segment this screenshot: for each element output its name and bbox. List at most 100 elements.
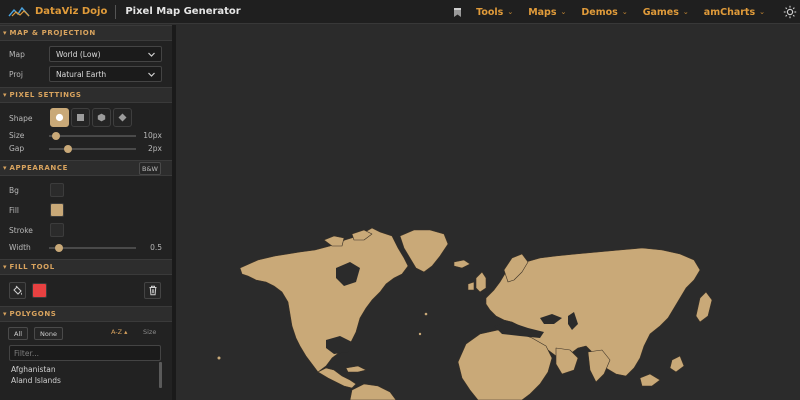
size-slider-track[interactable]	[49, 134, 136, 137]
polygon-list: Afghanistan Aland Islands	[0, 362, 172, 388]
mountain-logo-icon	[8, 6, 30, 16]
caribbean-islands	[345, 365, 367, 373]
list-item[interactable]: Afghanistan	[11, 365, 56, 374]
nav-demos[interactable]: Demos ⌄	[581, 7, 627, 18]
proj-row: Proj Natural Earth	[0, 64, 172, 84]
world-pixel-map[interactable]	[176, 25, 800, 400]
size-slider-handle[interactable]	[51, 131, 60, 140]
section-appearance-header[interactable]: ▾ APPEARANCE B&W	[0, 160, 172, 176]
width-label: Width	[9, 243, 31, 252]
section-polygons-header[interactable]: ▾ POLYGONS	[0, 306, 172, 322]
arabian-peninsula	[555, 347, 579, 375]
united-kingdom	[475, 271, 487, 293]
control-sidebar: ▾ MAP & PROJECTION Map World (Low) Proj …	[0, 25, 172, 400]
sort-az-toggle[interactable]: A-Z ▴	[111, 328, 127, 336]
projection-select[interactable]: Natural Earth	[49, 66, 162, 82]
shape-square-button[interactable]	[71, 108, 90, 127]
gap-slider-handle[interactable]	[64, 144, 73, 153]
top-bar: DataViz Dojo Pixel Map Generator Tools ⌄ …	[0, 0, 800, 24]
gap-row: Gap 2px	[0, 142, 172, 155]
chevron-down-icon: ⌄	[560, 8, 567, 16]
size-value: 10px	[143, 131, 162, 140]
collapse-caret-icon: ▾	[3, 310, 7, 318]
fill-tool-color-swatch[interactable]	[32, 283, 47, 298]
nav-tools[interactable]: Tools ⌄	[476, 7, 513, 18]
brand-logo[interactable]: DataViz Dojo	[8, 6, 107, 17]
nav-amcharts-label: amCharts	[703, 6, 756, 18]
shape-circle-button[interactable]	[50, 108, 69, 127]
list-item[interactable]: Aland Islands	[11, 376, 61, 385]
brand-name: DataViz Dojo	[35, 6, 108, 17]
section-fill-tool-header[interactable]: ▾ FILL TOOL	[0, 259, 172, 275]
width-slider-handle[interactable]	[55, 243, 64, 252]
southeast-asia-islands	[639, 373, 661, 387]
section-title: APPEARANCE	[9, 164, 68, 172]
section-pixel-settings-header[interactable]: ▾ PIXEL SETTINGS	[0, 87, 172, 103]
nav-games-label: Games	[642, 6, 679, 18]
nav-maps-label: Maps	[528, 6, 557, 18]
section-map-projection-header[interactable]: ▾ MAP & PROJECTION	[0, 25, 172, 41]
shape-hexagon-button[interactable]	[92, 108, 111, 127]
gap-slider-track[interactable]	[49, 147, 136, 150]
fill-label: Fill	[9, 205, 20, 215]
atlantic-island	[424, 312, 428, 316]
select-all-button[interactable]: All	[8, 327, 29, 340]
polygon-filter-buttons: All None A-Z ▴ Size	[0, 324, 172, 344]
polygon-list-scrollbar[interactable]	[159, 362, 162, 388]
diamond-icon	[118, 113, 127, 122]
fill-color-swatch[interactable]	[50, 203, 64, 217]
black-white-button[interactable]: B&W	[139, 162, 161, 175]
japan	[695, 291, 713, 323]
section-title: PIXEL SETTINGS	[9, 91, 82, 99]
trash-icon	[149, 285, 156, 296]
north-america	[239, 227, 409, 373]
nav-demos-label: Demos	[581, 6, 618, 18]
chevron-down-icon	[148, 72, 155, 77]
projection-select-value: Natural Earth	[56, 69, 107, 79]
section-title: POLYGONS	[9, 310, 57, 318]
width-row: Width 0.5	[0, 240, 172, 255]
philippines	[669, 355, 685, 373]
atlantic-island	[418, 332, 422, 336]
nav-maps[interactable]: Maps ⌄	[528, 7, 566, 18]
top-nav: Tools ⌄ Maps ⌄ Demos ⌄ Games ⌄ amCharts ⌄	[453, 0, 800, 24]
select-none-button[interactable]: None	[34, 327, 63, 340]
map-select[interactable]: World (Low)	[49, 46, 162, 62]
size-label: Size	[9, 131, 25, 140]
pacific-island	[217, 356, 221, 360]
collapse-caret-icon: ▾	[3, 263, 7, 271]
bg-label: Bg	[9, 185, 19, 195]
bg-color-swatch[interactable]	[50, 183, 64, 197]
theme-toggle-sun-icon[interactable]	[783, 5, 797, 19]
shape-diamond-button[interactable]	[113, 108, 132, 127]
map-canvas[interactable]	[176, 25, 800, 400]
polygon-filter-input[interactable]: Filter...	[9, 345, 161, 361]
polygon-filter-row: Filter...	[0, 344, 172, 362]
bookmark-icon[interactable]	[453, 7, 462, 18]
app-title: Pixel Map Generator	[125, 6, 241, 17]
nav-amcharts[interactable]: amCharts ⌄	[704, 7, 765, 18]
gap-label: Gap	[9, 144, 25, 153]
section-title: FILL TOOL	[9, 263, 55, 271]
hexagon-icon	[97, 113, 106, 122]
map-row: Map World (Low)	[0, 44, 172, 64]
shape-label: Shape	[9, 113, 33, 123]
paint-bucket-button[interactable]	[9, 282, 26, 299]
map-label: Map	[9, 49, 25, 59]
square-icon	[77, 114, 84, 121]
chevron-down-icon: ⌄	[759, 8, 765, 16]
stroke-color-swatch[interactable]	[50, 223, 64, 237]
clear-fill-button[interactable]	[144, 282, 161, 299]
collapse-caret-icon: ▾	[3, 91, 7, 99]
sort-size-toggle[interactable]: Size	[143, 328, 156, 336]
chevron-down-icon: ⌄	[621, 8, 628, 16]
chevron-down-icon	[148, 52, 155, 57]
fill-row: Fill	[0, 200, 172, 220]
paint-bucket-icon	[13, 285, 22, 295]
nav-games[interactable]: Games ⌄	[643, 7, 689, 18]
bg-row: Bg	[0, 180, 172, 200]
collapse-caret-icon: ▾	[3, 164, 7, 172]
ireland	[467, 281, 475, 291]
arctic-islands	[323, 235, 345, 247]
nav-tools-label: Tools	[476, 6, 504, 18]
